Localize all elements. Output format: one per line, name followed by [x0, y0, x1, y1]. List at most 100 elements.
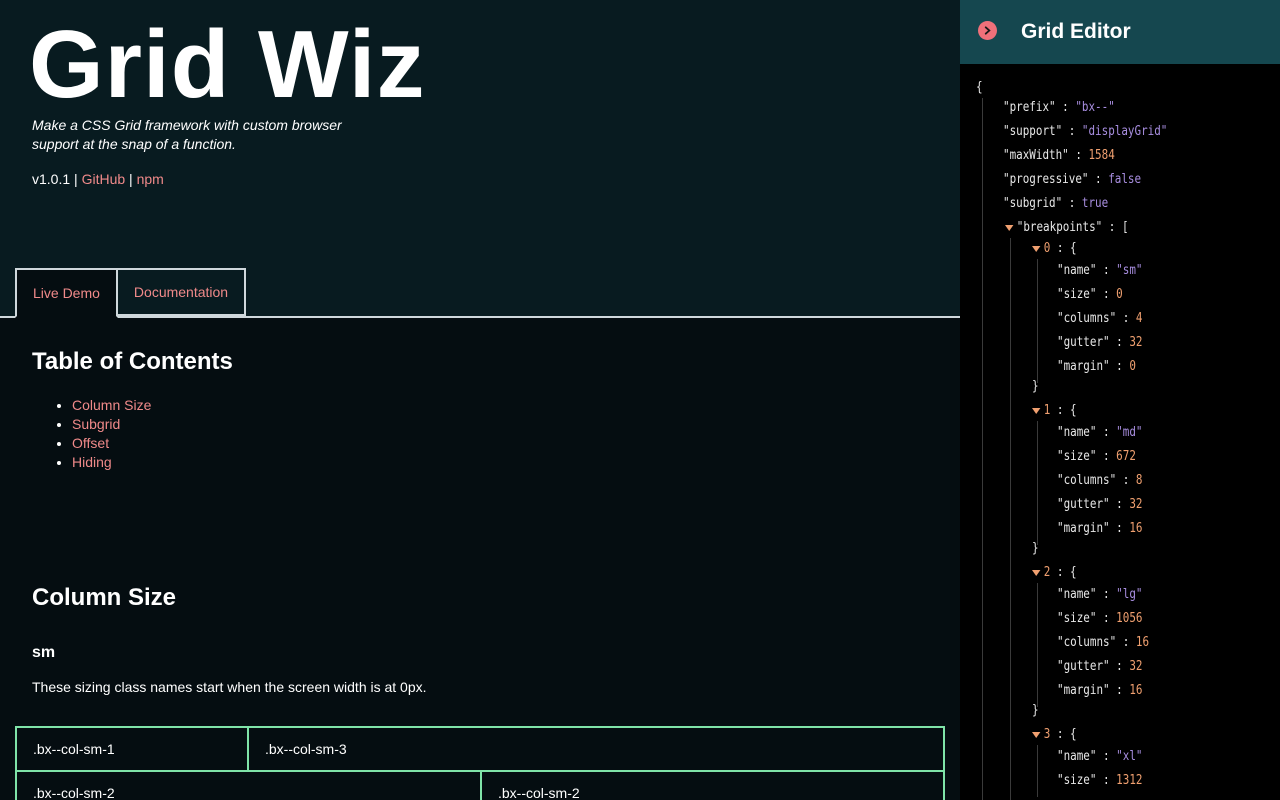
json-field: "support" : "displayGrid": [1003, 124, 1167, 140]
json-field: "maxWidth" : 1584: [1003, 148, 1115, 164]
grid-cell: .bx--col-sm-2: [480, 770, 945, 800]
punctuation: : {: [1050, 727, 1077, 742]
json-field: "size" : 672: [1057, 449, 1136, 465]
chevron-right-icon: [984, 26, 991, 35]
json-value[interactable]: 1312: [1116, 773, 1142, 788]
indent-guide: [1037, 583, 1038, 707]
version-number: v1.0.1: [32, 171, 71, 187]
editor-header: Grid Editor: [960, 0, 1280, 64]
chevron-down-icon[interactable]: [1005, 224, 1014, 231]
json-key: "progressive": [1003, 172, 1089, 187]
json-value[interactable]: 16: [1136, 635, 1149, 650]
json-value[interactable]: 32: [1129, 659, 1142, 674]
json-field: "name" : "md": [1057, 425, 1142, 441]
json-breakpoint-item: 1 : {: [1032, 403, 1077, 419]
toc-title: Table of Contents: [32, 348, 233, 375]
json-value[interactable]: "xl": [1116, 749, 1142, 764]
json-key: "name": [1057, 749, 1097, 764]
json-value[interactable]: "sm": [1116, 263, 1142, 278]
json-value[interactable]: false: [1108, 172, 1141, 187]
json-key: "gutter": [1057, 497, 1110, 512]
json-value[interactable]: "bx--": [1075, 100, 1114, 115]
json-key: "breakpoints": [1016, 220, 1103, 235]
punctuation: :: [1109, 521, 1130, 536]
punctuation: : {: [1050, 403, 1077, 418]
json-field: "gutter" : 32: [1057, 335, 1142, 351]
grid-row: .bx--col-sm-2 .bx--col-sm-2: [15, 770, 945, 800]
hero-header: Grid Wiz Make a CSS Grid framework with …: [0, 0, 960, 318]
json-value[interactable]: 16: [1129, 521, 1142, 536]
punctuation: {: [976, 80, 983, 95]
json-key: "size": [1057, 611, 1097, 626]
punctuation: :: [1068, 148, 1089, 163]
json-value[interactable]: 8: [1136, 473, 1143, 488]
json-field: "subgrid" : true: [1003, 196, 1108, 212]
punctuation: :: [1102, 220, 1122, 235]
toc-item: Hiding: [72, 453, 151, 472]
punctuation: :: [1062, 124, 1082, 139]
json-field: "gutter" : 32: [1057, 497, 1142, 513]
grid-demo: .bx--col-sm-1 .bx--col-sm-3 .bx--col-sm-…: [15, 726, 945, 800]
json-breakpoint-item: 0 : {: [1032, 241, 1077, 257]
json-value[interactable]: 1056: [1116, 611, 1142, 626]
chevron-down-icon[interactable]: [1032, 569, 1041, 576]
grid-row: .bx--col-sm-1 .bx--col-sm-3: [15, 726, 945, 772]
json-value[interactable]: "lg": [1116, 587, 1142, 602]
json-key: "support": [1003, 124, 1063, 139]
json-value[interactable]: "displayGrid": [1082, 124, 1167, 139]
json-close-brace: }: [1032, 379, 1039, 395]
punctuation: :: [1116, 311, 1136, 326]
json-value[interactable]: 16: [1129, 683, 1142, 698]
chevron-down-icon[interactable]: [1032, 407, 1041, 414]
json-field: "columns" : 8: [1057, 473, 1142, 489]
close-editor-button[interactable]: [978, 21, 997, 40]
json-field: "margin" : 0: [1057, 359, 1136, 375]
tab-live-demo[interactable]: Live Demo: [15, 268, 118, 318]
json-value[interactable]: true: [1082, 196, 1108, 211]
toc-link-offset[interactable]: Offset: [72, 435, 109, 451]
toc-list: Column Size Subgrid Offset Hiding: [32, 396, 151, 472]
tab-bar: Live Demo Documentation: [15, 268, 247, 318]
json-value[interactable]: 672: [1116, 449, 1136, 464]
json-value[interactable]: 32: [1129, 497, 1142, 512]
separator: |: [74, 171, 78, 187]
json-value[interactable]: 32: [1129, 335, 1142, 350]
npm-link[interactable]: npm: [137, 171, 164, 187]
json-value[interactable]: 0: [1129, 359, 1136, 374]
main-content: Grid Wiz Make a CSS Grid framework with …: [0, 0, 960, 800]
grid-editor-panel: Grid Editor {"prefix" : "bx--" "support" …: [960, 0, 1280, 800]
json-field: "name" : "sm": [1057, 263, 1142, 279]
grid-cell: .bx--col-sm-3: [247, 726, 945, 772]
punctuation: :: [1109, 359, 1130, 374]
json-key: "size": [1057, 449, 1097, 464]
grid-cell: .bx--col-sm-2: [15, 770, 482, 800]
punctuation: [: [1121, 220, 1129, 235]
json-value[interactable]: 1584: [1088, 148, 1114, 163]
json-field: "name" : "lg": [1057, 587, 1142, 603]
toc-link-column-size[interactable]: Column Size: [72, 397, 151, 413]
json-value[interactable]: 0: [1116, 287, 1123, 302]
json-field: "size" : 0: [1057, 287, 1123, 303]
toc-link-subgrid[interactable]: Subgrid: [72, 416, 120, 432]
punctuation: : {: [1050, 241, 1077, 256]
json-field: "name" : "xl": [1057, 749, 1142, 765]
separator: |: [129, 171, 133, 187]
json-value[interactable]: "md": [1116, 425, 1142, 440]
indent-guide: [982, 98, 983, 800]
punctuation: :: [1116, 473, 1136, 488]
punctuation: :: [1096, 263, 1117, 278]
chevron-down-icon[interactable]: [1032, 245, 1041, 252]
json-key: "name": [1057, 425, 1097, 440]
page-title: Grid Wiz: [29, 11, 426, 118]
json-breakpoint-item: 3 : {: [1032, 727, 1077, 743]
json-value[interactable]: 4: [1136, 311, 1143, 326]
github-link[interactable]: GitHub: [82, 171, 126, 187]
json-key: "columns": [1057, 311, 1117, 326]
toc-link-hiding[interactable]: Hiding: [72, 454, 112, 470]
json-field: "columns" : 16: [1057, 635, 1149, 651]
chevron-down-icon[interactable]: [1032, 731, 1041, 738]
json-field: "size" : 1312: [1057, 773, 1142, 789]
tab-documentation[interactable]: Documentation: [115, 268, 247, 316]
json-key: "subgrid": [1003, 196, 1063, 211]
json-field: "columns" : 4: [1057, 311, 1142, 327]
